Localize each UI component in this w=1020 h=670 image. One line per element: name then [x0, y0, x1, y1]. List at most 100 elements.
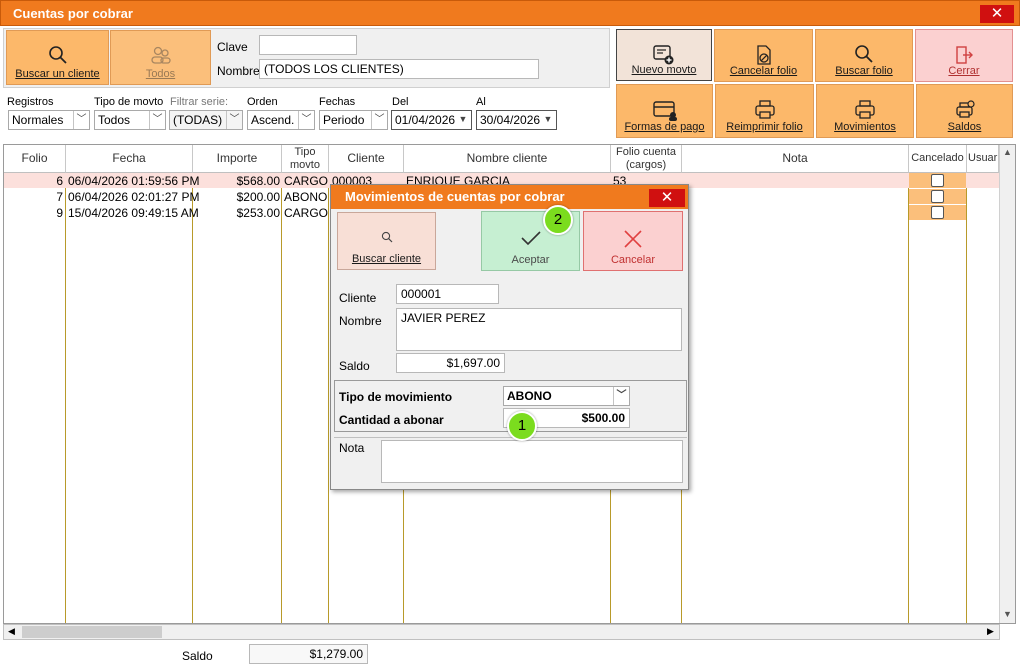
col-tipo-movto[interactable]: Tipo movto — [282, 145, 329, 173]
scroll-up-icon[interactable]: ▲ — [1003, 147, 1012, 157]
col-usuario[interactable]: Usuar — [967, 145, 999, 173]
col-cancelado[interactable]: Cancelado — [909, 145, 967, 173]
chevron-down-icon: ﹀ — [73, 111, 89, 129]
nombre-input[interactable]: (TODOS LOS CLIENTES) — [259, 59, 539, 79]
col-importe[interactable]: Importe — [193, 145, 282, 173]
col-folio[interactable]: Folio — [4, 145, 66, 173]
search-icon — [855, 45, 873, 63]
col-nombre-cliente[interactable]: Nombre cliente — [404, 145, 611, 173]
chevron-down-icon: ﹀ — [226, 111, 242, 129]
col-fecha[interactable]: Fecha — [66, 145, 193, 173]
scroll-thumb[interactable] — [22, 626, 162, 638]
fechas-select[interactable]: Periodo ﹀ — [319, 110, 388, 130]
close-x-icon — [624, 230, 642, 248]
chevron-down-icon: ﹀ — [149, 111, 165, 129]
row-fecha: 15/04/2026 09:49:15 AM — [68, 206, 199, 220]
al-value: 30/04/2026 — [480, 113, 541, 127]
nota-input[interactable] — [381, 440, 683, 483]
cancelado-checkbox[interactable] — [931, 190, 944, 203]
tipo-movto-select[interactable]: Todos ﹀ — [94, 110, 166, 130]
col-divider — [281, 173, 282, 623]
row-tipo: CARGO — [284, 206, 329, 220]
credit-card-icon — [652, 101, 677, 121]
dialog-cliente-label: Cliente — [339, 291, 377, 305]
tipo-movto-label: Tipo de movto — [94, 96, 164, 108]
dialog-titlebar: Movimientos de cuentas por cobrar ✕ — [331, 185, 688, 209]
annotation-badge-2: 2 — [543, 205, 573, 235]
cancelar-folio-button[interactable]: Cancelar folio — [714, 29, 813, 82]
row-folio: 6 — [56, 174, 63, 188]
row-importe: $200.00 — [236, 190, 280, 204]
dialog-saldo-label: Saldo — [339, 359, 370, 373]
al-label: Al — [476, 96, 486, 108]
vertical-scrollbar[interactable]: ▲ ▼ — [999, 145, 1015, 623]
annotation-badge-1: 1 — [507, 411, 537, 441]
search-icon — [48, 46, 67, 64]
todos-button[interactable]: Todos — [110, 30, 211, 85]
col-cliente[interactable]: Cliente — [329, 145, 404, 173]
del-date-picker[interactable]: 01/04/2026 ▼ — [391, 110, 472, 130]
chevron-down-icon: ﹀ — [613, 387, 629, 405]
nota-label: Nota — [339, 441, 365, 455]
saldos-button[interactable]: Saldos — [916, 84, 1013, 138]
filtrar-serie-label: Filtrar serie: — [170, 96, 229, 108]
row-importe: $568.00 — [236, 174, 280, 188]
movimientos-button[interactable]: Movimientos — [816, 84, 914, 138]
row-fecha: 06/04/2026 01:59:56 PM — [68, 174, 200, 188]
scroll-down-icon[interactable]: ▼ — [1003, 609, 1012, 619]
col-nota[interactable]: Nota — [682, 145, 909, 173]
cancelar-label: Cancelar — [610, 254, 656, 266]
movimiento-dialog: Movimientos de cuentas por cobrar ✕ Busc… — [330, 184, 689, 490]
al-date-picker[interactable]: 30/04/2026 ▼ — [476, 110, 557, 130]
col-divider — [328, 173, 329, 623]
cancelar-folio-label: Cancelar folio — [729, 65, 798, 77]
row-folio: 9 — [56, 206, 63, 220]
orden-value: Ascend. — [251, 113, 295, 127]
filtrar-serie-select[interactable]: (TODAS) ﹀ — [169, 110, 243, 130]
tipo-movto-value: Todos — [98, 113, 131, 127]
del-value: 01/04/2026 — [395, 113, 456, 127]
clave-input[interactable] — [259, 35, 357, 55]
search-icon — [381, 231, 392, 243]
reimprimir-folio-button[interactable]: Reimprimir folio — [715, 84, 814, 138]
registros-select[interactable]: Normales ﹀ — [8, 110, 90, 130]
dialog-buscar-cliente-button[interactable]: Buscar cliente — [337, 212, 436, 270]
cancelado-checkbox[interactable] — [931, 174, 944, 187]
printer-icon — [754, 100, 775, 119]
col-divider — [65, 173, 66, 623]
dialog-cliente-input[interactable]: 000001 — [396, 284, 499, 304]
printer-settings-icon — [955, 100, 975, 118]
buscar-cliente-button[interactable]: Buscar un cliente — [6, 30, 109, 85]
orden-select[interactable]: Ascend. ﹀ — [247, 110, 315, 130]
cerrar-button[interactable]: Cerrar — [915, 29, 1013, 82]
nombre-label: Nombre — [217, 64, 260, 78]
tipo-movimiento-label: Tipo de movimiento — [339, 390, 453, 404]
registros-label: Registros — [7, 96, 54, 108]
todos-label: Todos — [145, 68, 176, 80]
buscar-folio-label: Buscar folio — [835, 65, 893, 77]
tipo-movimiento-select[interactable]: ABONO ﹀ — [503, 386, 630, 406]
nuevo-movto-label: Nuevo movto — [631, 64, 697, 76]
scroll-right-icon[interactable]: ▶ — [987, 626, 994, 637]
reimprimir-folio-label: Reimprimir folio — [726, 121, 803, 133]
buscar-folio-button[interactable]: Buscar folio — [815, 29, 913, 82]
nuevo-movto-button[interactable]: Nuevo movto — [616, 29, 712, 81]
scroll-left-icon[interactable]: ◀ — [8, 626, 15, 637]
col-divider — [192, 173, 193, 623]
cancelar-button[interactable]: Cancelar — [583, 211, 683, 271]
col-divider — [908, 173, 909, 623]
dialog-nombre-input[interactable]: JAVIER PEREZ — [396, 308, 682, 351]
horizontal-scrollbar[interactable]: ◀ ▶ — [3, 624, 1000, 640]
formas-pago-button[interactable]: Formas de pago — [616, 84, 713, 138]
window-close-button[interactable]: ✕ — [980, 5, 1014, 23]
cancelado-checkbox[interactable] — [931, 206, 944, 219]
dialog-close-button[interactable]: ✕ — [649, 189, 685, 207]
col-divider — [966, 173, 967, 623]
row-tipo: CARGO — [284, 174, 329, 188]
aceptar-label: Aceptar — [511, 254, 550, 266]
row-importe: $253.00 — [236, 206, 280, 220]
window-title: Cuentas por cobrar — [13, 6, 133, 21]
buscar-cliente-label: Buscar un cliente — [15, 68, 100, 80]
col-folio-cuenta[interactable]: Folio cuenta (cargos) — [611, 145, 682, 173]
dialog-nombre-label: Nombre — [339, 314, 382, 328]
